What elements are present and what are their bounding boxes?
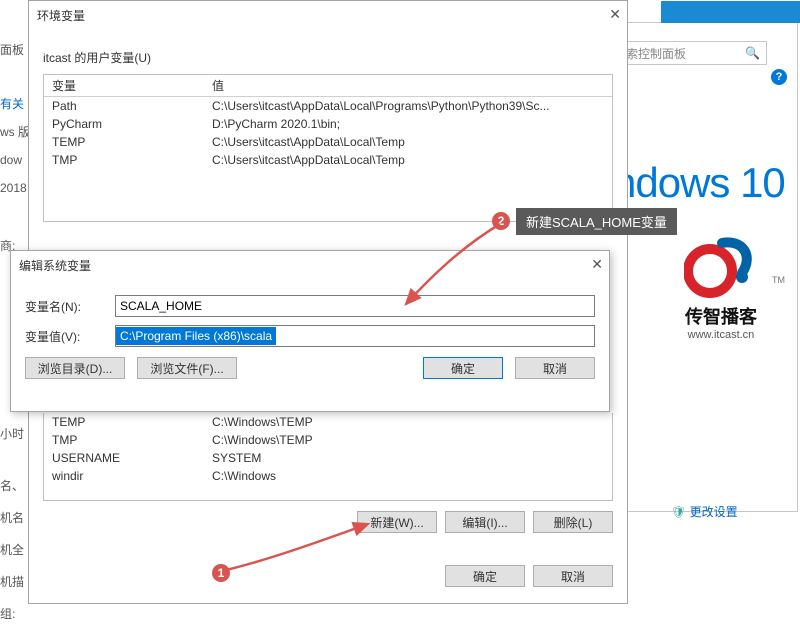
table-row[interactable]: PyCharmD:\PyCharm 2020.1\bin;	[44, 115, 612, 133]
left-frag: 小时	[0, 420, 24, 448]
var-name-input[interactable]	[115, 295, 595, 317]
left-frag: 机名	[0, 502, 24, 534]
var-value-input[interactable]: C:\Program Files (x86)\scala	[115, 325, 595, 347]
table-row[interactable]: TMPC:\Users\itcast\AppData\Local\Temp	[44, 151, 612, 169]
edit-dialog-title: 编辑系统变量	[19, 257, 601, 274]
left-frag: dow	[0, 146, 30, 174]
col-header-value[interactable]: 值	[212, 77, 604, 94]
left-frag: ws 版	[0, 118, 30, 146]
search-placeholder: 搜索控制面板	[614, 45, 745, 62]
search-control-panel[interactable]: 搜索控制面板 🔍	[607, 41, 767, 65]
user-vars-table[interactable]: 变量 值 PathC:\Users\itcast\AppData\Local\P…	[43, 74, 613, 222]
edit-cancel-button[interactable]: 取消	[515, 357, 595, 379]
sys-delete-button[interactable]: 删除(L)	[533, 511, 613, 533]
left-frag: 有关	[0, 90, 24, 118]
annotation-badge-2: 2	[492, 212, 510, 230]
left-frag: 机全	[0, 534, 24, 566]
system-vars-table[interactable]: TEMPC:\Windows\TEMP TMPC:\Windows\TEMP U…	[43, 413, 613, 501]
left-frag: 机描	[0, 566, 24, 598]
annotation-badge-1: 1	[212, 564, 230, 582]
search-icon: 🔍	[745, 46, 760, 60]
browse-dir-button[interactable]: 浏览目录(D)...	[25, 357, 125, 379]
help-icon[interactable]: ?	[771, 69, 787, 85]
table-row[interactable]: TMPC:\Windows\TEMP	[44, 431, 612, 449]
edit-dialog-titlebar: 编辑系统变量 ✕	[11, 251, 609, 279]
shield-icon: 🛡	[671, 505, 686, 519]
itcast-logo: TM 传智播客 www.itcast.cn	[661, 233, 781, 341]
table-row[interactable]: TEMPC:\Windows\TEMP	[44, 413, 612, 431]
var-value-selected-text: C:\Program Files (x86)\scala	[116, 327, 276, 345]
var-value-label: 变量值(V):	[25, 328, 115, 345]
env-dialog-title: 环境变量	[37, 7, 619, 24]
windows-10-brand: ndows 10	[613, 159, 785, 207]
edit-system-variable-dialog: 编辑系统变量 ✕ 变量名(N): 变量值(V): C:\Program File…	[10, 250, 610, 412]
sys-new-button[interactable]: 新建(W)...	[357, 511, 437, 533]
col-header-variable[interactable]: 变量	[52, 77, 212, 94]
left-frag: 面板	[0, 36, 24, 64]
left-frag: 名、	[0, 470, 24, 502]
var-name-label: 变量名(N):	[25, 298, 115, 315]
edit-ok-button[interactable]: 确定	[423, 357, 503, 379]
change-settings-link[interactable]: 🛡 更改设置	[671, 503, 738, 520]
edit-dialog-close-icon[interactable]: ✕	[591, 256, 603, 273]
annotation-tip-2: 新建SCALA_HOME变量	[516, 208, 677, 235]
env-ok-button[interactable]: 确定	[445, 565, 525, 587]
user-vars-group-label: itcast 的用户变量(U)	[43, 49, 613, 66]
env-cancel-button[interactable]: 取消	[533, 565, 613, 587]
table-row[interactable]: PathC:\Users\itcast\AppData\Local\Progra…	[44, 97, 612, 115]
browse-file-button[interactable]: 浏览文件(F)...	[137, 357, 237, 379]
table-row[interactable]: USERNAMESYSTEM	[44, 449, 612, 467]
left-frag: 2018	[0, 174, 30, 202]
left-frag: 组:	[0, 598, 24, 630]
table-row[interactable]: windirC:\Windows	[44, 467, 612, 485]
table-row[interactable]: TEMPC:\Users\itcast\AppData\Local\Temp	[44, 133, 612, 151]
env-dialog-close-icon[interactable]: ✕	[609, 6, 621, 23]
env-dialog-titlebar: 环境变量 ✕	[29, 1, 627, 29]
sys-edit-button[interactable]: 编辑(I)...	[445, 511, 525, 533]
